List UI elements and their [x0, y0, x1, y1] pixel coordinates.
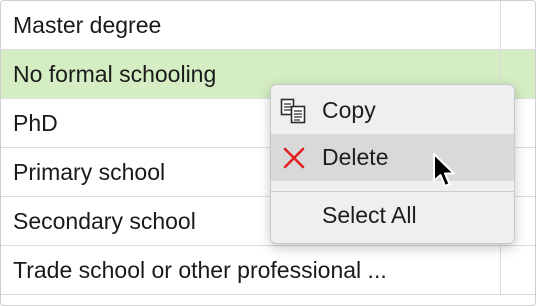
delete-x-icon [279, 134, 309, 181]
list-item-label: Secondary school [13, 207, 196, 234]
mouse-pointer-icon [432, 152, 458, 190]
menu-item-delete-label: Delete [322, 144, 389, 170]
context-menu: Copy Delete Select All [270, 84, 515, 244]
list-item-label: Primary school [13, 158, 166, 185]
list-item-label: Trade school or other professional ... [13, 256, 387, 283]
list-item-side-cell[interactable] [501, 246, 535, 294]
list-item-side-cell[interactable] [501, 1, 535, 49]
list-item-label: No formal schooling [13, 60, 217, 87]
menu-item-copy[interactable]: Copy [271, 87, 514, 134]
copy-icon [279, 87, 309, 134]
list-item-label: Master degree [13, 11, 162, 38]
list-item-label: PhD [13, 109, 58, 136]
menu-item-select-all-label: Select All [322, 202, 417, 228]
list-item[interactable]: Master degree [1, 1, 535, 50]
menu-item-delete[interactable]: Delete [271, 134, 514, 181]
list-item-cell[interactable]: Trade school or other professional ... [1, 246, 501, 294]
menu-item-copy-label: Copy [322, 97, 376, 123]
menu-item-select-all[interactable]: Select All [271, 192, 514, 239]
list-item[interactable]: Trade school or other professional ... [1, 246, 535, 295]
list-item-cell[interactable]: Master degree [1, 1, 501, 49]
